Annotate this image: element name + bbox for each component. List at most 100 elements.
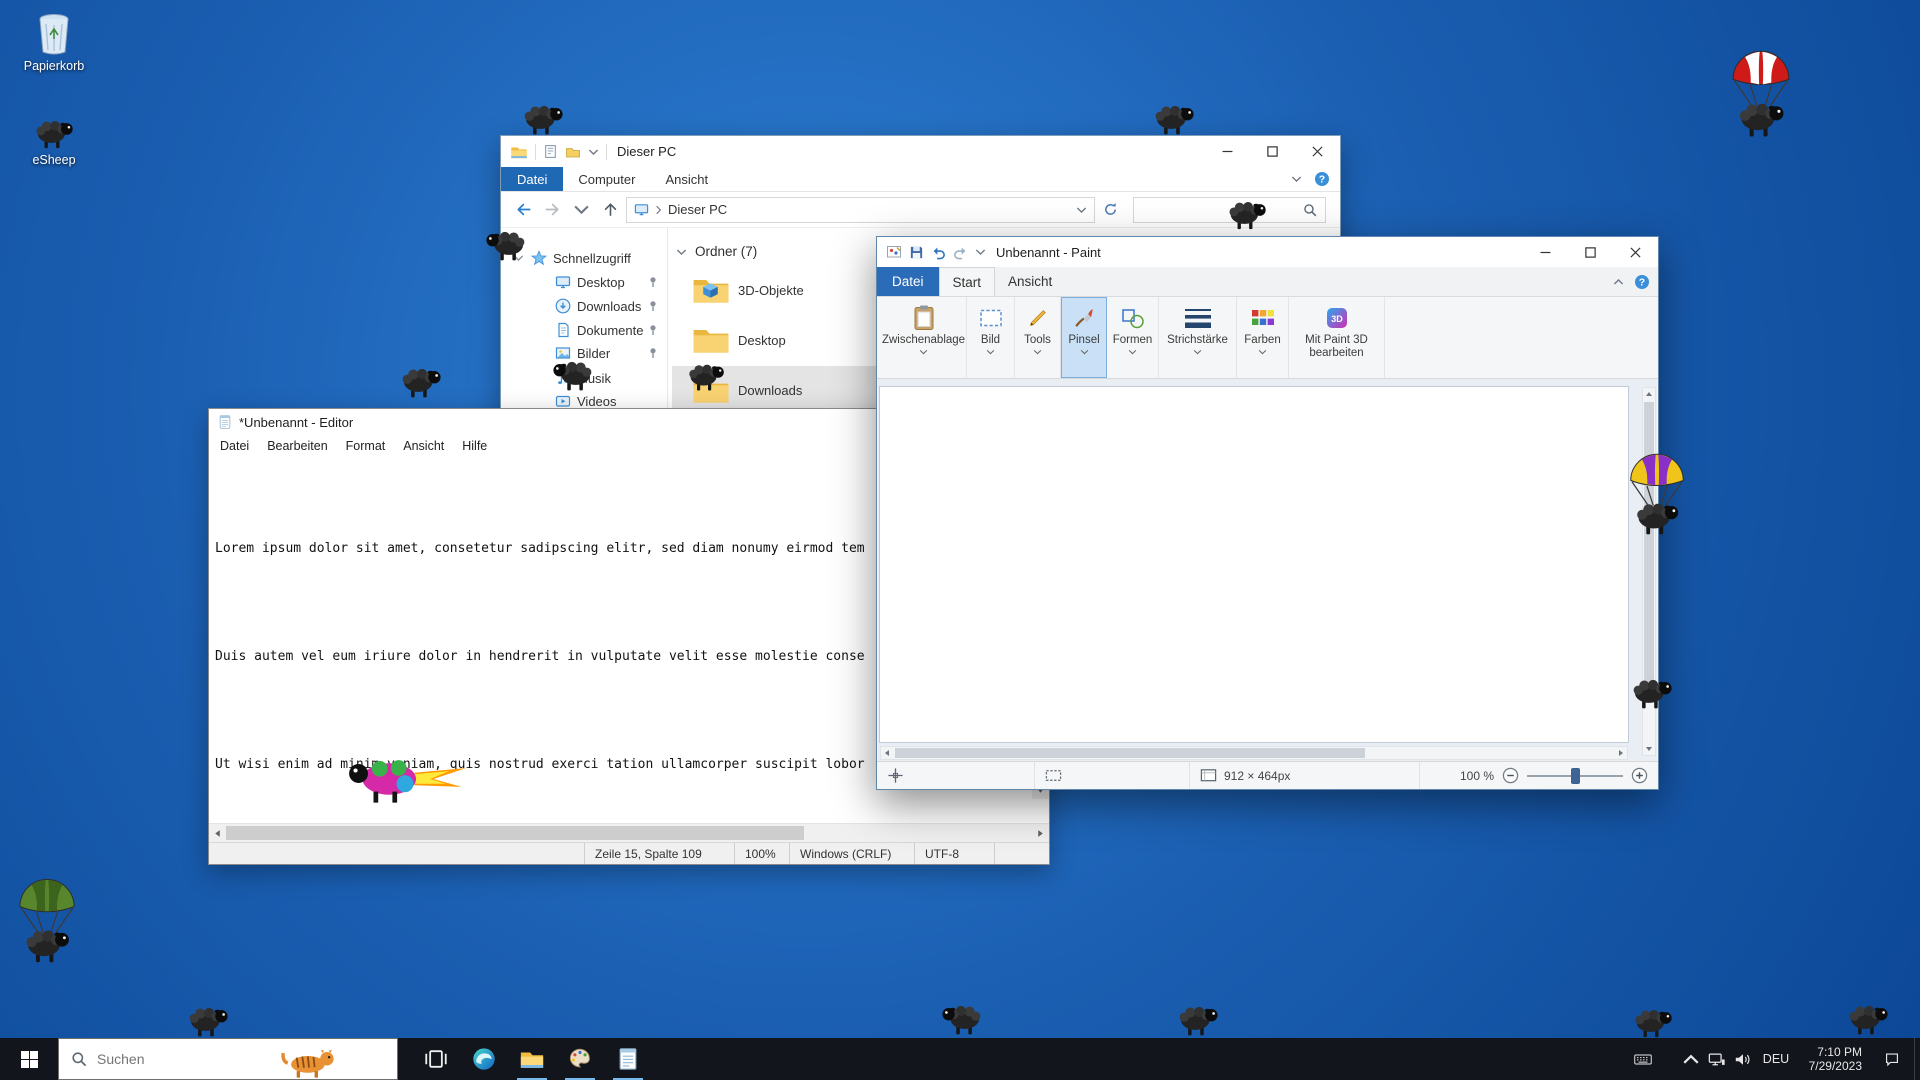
scroll-left-icon[interactable] [881,747,893,759]
scroll-left-icon[interactable] [209,824,226,842]
sheep-sprite[interactable] [1176,1004,1220,1037]
minimize-ribbon-chevron-icon[interactable] [1613,278,1624,286]
scroll-right-icon[interactable] [1032,824,1049,842]
taskbar-search-box[interactable] [58,1038,398,1080]
paint-home-tab[interactable]: Start [939,267,996,296]
menu-file[interactable]: Datei [211,439,258,453]
expand-ribbon-chevron-icon[interactable] [1291,175,1302,183]
ribbon-group-stroke-size[interactable]: Strichstärke [1159,297,1237,378]
taskbar-app-edge[interactable] [460,1038,508,1080]
scroll-right-icon[interactable] [1615,747,1627,759]
sheep-sprite[interactable] [1152,103,1196,136]
explorer-computer-tab[interactable]: Computer [563,167,650,191]
folder-item-3d-objects[interactable]: 3D-Objekte [672,266,882,314]
undo-icon[interactable] [931,245,946,260]
touch-keyboard-button[interactable] [1626,1038,1660,1080]
language-indicator[interactable]: DEU [1756,1038,1796,1080]
menu-help[interactable]: Hilfe [453,439,496,453]
zoom-out-icon[interactable] [1502,767,1519,784]
horizontal-scrollbar[interactable] [880,746,1628,760]
sheep-sprite[interactable] [686,362,726,392]
paint-canvas[interactable] [880,387,1628,742]
hidden-icons-button[interactable] [1678,1038,1704,1080]
minimize-button[interactable] [1523,237,1568,267]
scroll-up-icon[interactable] [1643,388,1655,400]
explorer-titlebar[interactable]: Dieser PC [501,136,1340,167]
sheep-sprite[interactable] [1632,1007,1674,1039]
taskbar-clock[interactable]: 7:10 PM 7/29/2023 [1796,1038,1870,1080]
scroll-down-icon[interactable] [1643,743,1655,755]
collapse-group-chevron-icon[interactable] [676,248,687,256]
sheep-sprite[interactable] [1846,1003,1890,1036]
desktop-icon-recycle-bin[interactable]: Papierkorb [10,12,98,73]
up-button[interactable] [597,197,623,223]
menu-edit[interactable]: Bearbeiten [258,439,336,453]
ribbon-group-clipboard[interactable]: Zwischenablage [881,297,967,378]
scrollbar-thumb[interactable] [226,826,804,840]
save-icon[interactable] [909,245,924,260]
customize-qat-chevron-icon[interactable] [588,148,599,156]
close-button[interactable] [1295,136,1340,167]
rocket-sheep-sprite[interactable] [342,752,468,806]
action-center-button[interactable] [1870,1038,1914,1080]
parachute-sheep-sprite[interactable] [1627,449,1687,537]
help-icon[interactable] [1634,274,1650,290]
new-folder-icon[interactable] [565,144,581,160]
taskbar-app-file-explorer[interactable] [508,1038,556,1080]
zoom-slider[interactable] [1527,768,1623,784]
minimize-button[interactable] [1205,136,1250,167]
volume-button[interactable] [1730,1038,1756,1080]
address-box[interactable]: Dieser PC [626,197,1095,223]
ribbon-group-tools[interactable]: Tools [1015,297,1061,378]
sidebar-item-documents[interactable]: Dokumente [501,318,667,342]
close-button[interactable] [1613,237,1658,267]
properties-icon[interactable] [543,144,558,159]
sidebar-item-downloads[interactable]: Downloads [501,294,667,318]
horizontal-scrollbar[interactable] [209,823,1049,842]
redo-icon[interactable] [953,245,968,260]
sheep-sprite[interactable] [1630,677,1674,710]
tiger-sprite[interactable] [281,1044,337,1078]
explorer-search-input[interactable] [1142,203,1303,217]
scrollbar-thumb[interactable] [895,748,1365,758]
forward-button[interactable] [540,197,566,223]
explorer-view-tab[interactable]: Ansicht [650,167,723,191]
sidebar-item-desktop[interactable]: Desktop [501,270,667,294]
sheep-sprite[interactable] [551,359,595,392]
customize-qat-chevron-icon[interactable] [975,248,986,256]
ribbon-group-brushes[interactable]: Pinsel [1061,297,1107,378]
zoom-in-icon[interactable] [1631,767,1648,784]
maximize-button[interactable] [1250,136,1295,167]
paint-view-tab[interactable]: Ansicht [995,267,1065,296]
ribbon-group-image[interactable]: Bild [967,297,1015,378]
ribbon-group-colors[interactable]: Farben [1237,297,1289,378]
address-dropdown-chevron-icon[interactable] [1076,206,1087,214]
folder-item-desktop[interactable]: Desktop [672,316,882,364]
breadcrumb[interactable]: Dieser PC [668,202,727,217]
menu-format[interactable]: Format [337,439,395,453]
maximize-button[interactable] [1568,237,1613,267]
folder-group-header[interactable]: Ordner (7) [676,244,757,259]
sheep-sprite[interactable] [484,229,528,262]
taskbar-app-notepad[interactable] [604,1038,652,1080]
parachute-sheep-sprite[interactable] [16,874,78,965]
taskbar-search-input[interactable] [97,1051,385,1067]
explorer-file-tab[interactable]: Datei [501,167,563,191]
back-button[interactable] [511,197,537,223]
slider-thumb[interactable] [1571,768,1580,784]
sheep-sprite[interactable] [186,1005,230,1038]
sheep-sprite[interactable] [399,366,443,399]
sheep-sprite[interactable] [521,103,565,136]
network-button[interactable] [1704,1038,1730,1080]
show-desktop-button[interactable] [1914,1038,1920,1080]
refresh-button[interactable] [1098,197,1122,223]
paint-titlebar[interactable]: Unbenannt - Paint [877,237,1658,267]
recent-locations-chevron-icon[interactable] [568,197,594,223]
sheep-sprite[interactable] [940,1003,984,1036]
start-button[interactable] [0,1038,58,1080]
scrollbar-thumb[interactable] [1644,402,1654,702]
desktop-icon-esheep[interactable]: eSheep [10,118,98,167]
help-icon[interactable] [1314,171,1330,187]
paint-file-tab[interactable]: Datei [877,267,939,296]
search-icon[interactable] [1303,203,1317,217]
